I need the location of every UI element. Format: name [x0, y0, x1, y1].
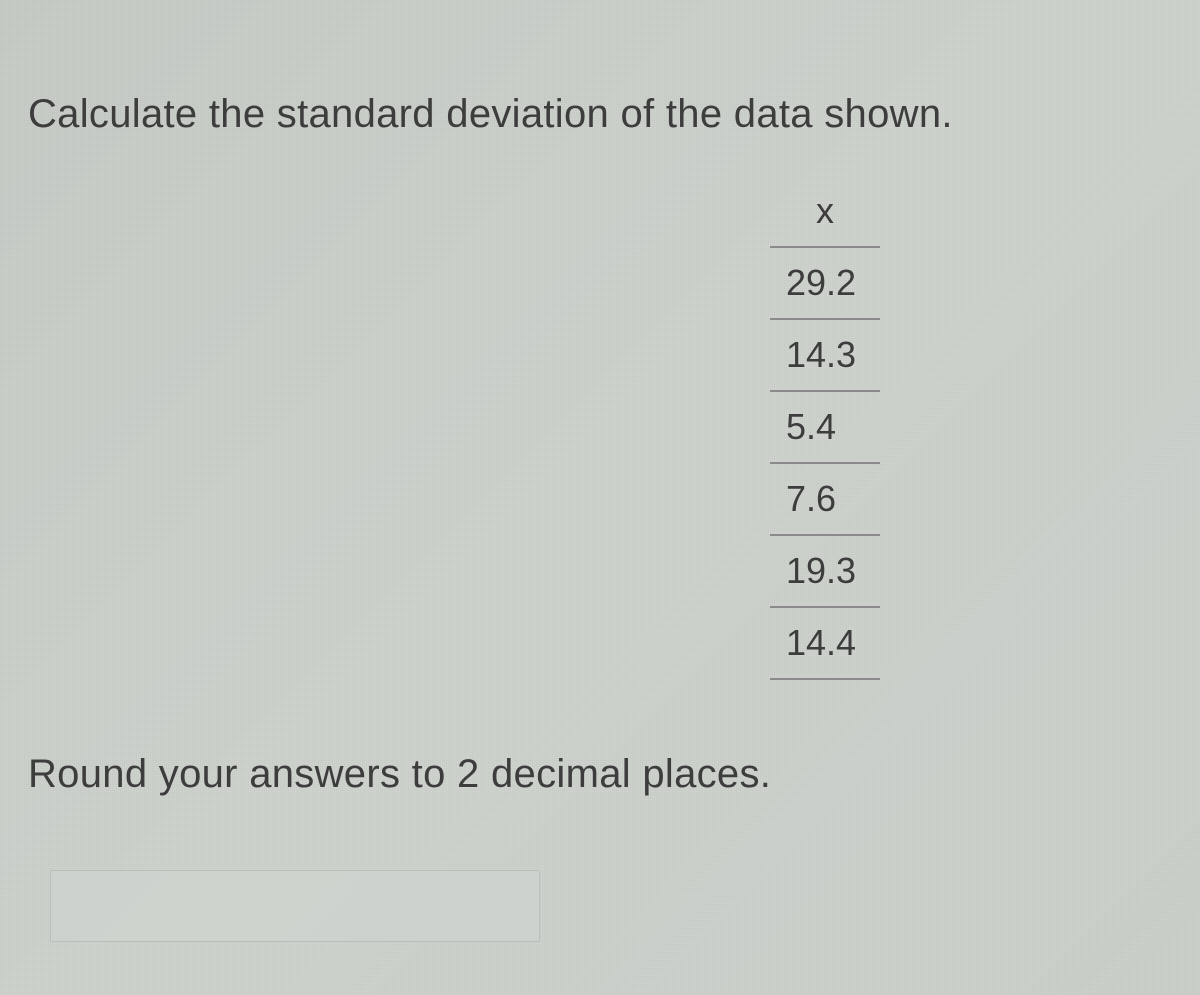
question-prompt: Calculate the standard deviation of the …	[28, 92, 953, 137]
data-table: x 29.2 14.3 5.4 7.6 19.3 14.4	[770, 180, 880, 680]
table-header-x: x	[770, 180, 880, 247]
table-row: 29.2	[770, 247, 880, 319]
table-row: 14.4	[770, 607, 880, 679]
data-cell: 7.6	[770, 463, 880, 535]
data-cell: 29.2	[770, 247, 880, 319]
rounding-instruction: Round your answers to 2 decimal places.	[28, 752, 771, 797]
table-row: 14.3	[770, 319, 880, 391]
table-row: 19.3	[770, 535, 880, 607]
data-cell: 14.3	[770, 319, 880, 391]
data-cell: 5.4	[770, 391, 880, 463]
table-row: 7.6	[770, 463, 880, 535]
table-row: 5.4	[770, 391, 880, 463]
answer-input[interactable]	[50, 870, 540, 942]
data-cell: 14.4	[770, 607, 880, 679]
data-cell: 19.3	[770, 535, 880, 607]
